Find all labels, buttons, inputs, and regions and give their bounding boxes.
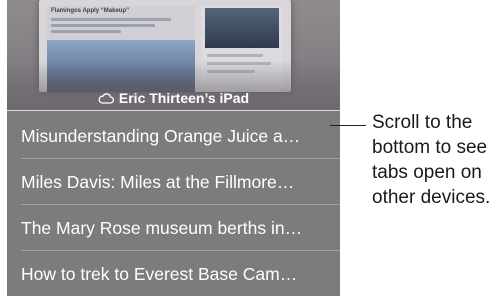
- thumbnail-headline: Flamingos Apply “Makeup”: [51, 8, 130, 14]
- thumbnail-text-line: [207, 54, 263, 57]
- device-header: Eric Thirteen’s iPad: [7, 86, 340, 110]
- callout-line-3: tabs open on: [372, 162, 482, 183]
- cloud-tab-item[interactable]: How to trek to Everest Base Cam…: [7, 251, 340, 296]
- tab-preview-area: Flamingos Apply “Makeup” Eric Thirteen’s…: [7, 0, 340, 110]
- callout-leader-line: [330, 125, 366, 126]
- thumbnail-text-line: [51, 24, 155, 27]
- cloud-tab-item[interactable]: The Mary Rose museum berths in…: [7, 205, 340, 251]
- cloud-tab-title: The Mary Rose museum berths in…: [21, 217, 303, 238]
- cloud-tab-title: Miles Davis: Miles at the Fillmore…: [21, 171, 295, 192]
- callout-line-4: other devices.: [372, 187, 491, 208]
- cloud-tab-item[interactable]: Miles Davis: Miles at the Fillmore…: [7, 159, 340, 205]
- thumbnail-text-line: [51, 30, 121, 33]
- cloud-tab-title: Misunderstanding Orange Juice a…: [21, 125, 301, 146]
- screenshot-stage: Flamingos Apply “Makeup” Eric Thirteen’s…: [0, 0, 500, 296]
- callout-line-1: Scroll to the: [372, 112, 473, 133]
- ipad-tabs-panel: Flamingos Apply “Makeup” Eric Thirteen’s…: [7, 0, 340, 296]
- callout-line-2: bottom to see: [372, 137, 488, 158]
- callout-annotation: Scroll to the bottom to see tabs open on…: [372, 110, 500, 210]
- cloud-tabs-list: Misunderstanding Orange Juice a… Miles D…: [7, 110, 340, 296]
- cloud-tab-item[interactable]: Misunderstanding Orange Juice a…: [7, 113, 340, 159]
- cloud-icon: [98, 93, 114, 104]
- thumbnail-sidebar-photo: [205, 8, 279, 48]
- cloud-tab-title: How to trek to Everest Base Cam…: [21, 263, 298, 284]
- thumbnail-text-line: [51, 18, 171, 21]
- device-name: Eric Thirteen’s iPad: [118, 90, 250, 106]
